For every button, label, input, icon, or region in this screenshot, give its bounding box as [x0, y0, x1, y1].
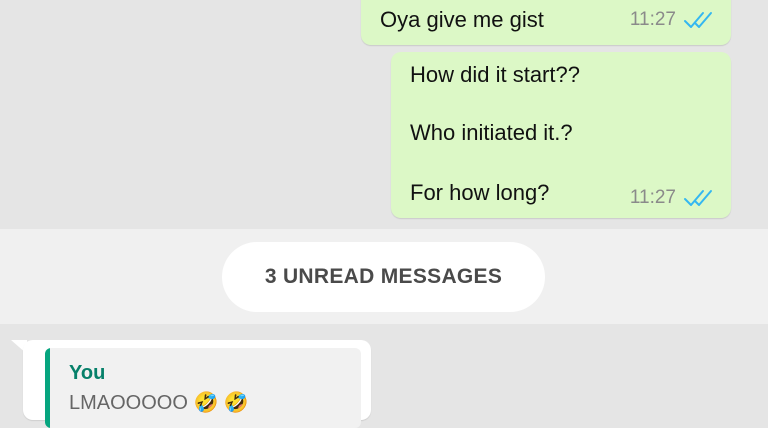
- quoted-text: LMAOOOOO 🤣 🤣: [69, 392, 249, 414]
- message-meta: 11:27: [630, 187, 717, 209]
- incoming-message[interactable]: You LMAOOOOO 🤣 🤣: [23, 340, 371, 428]
- message-meta: 11:27: [630, 9, 717, 31]
- quoted-message[interactable]: You LMAOOOOO 🤣 🤣: [45, 348, 361, 428]
- message-time: 11:27: [629, 9, 676, 30]
- message-time: 11:27: [629, 187, 676, 208]
- message-line-2: Who initiated it.?: [410, 120, 573, 145]
- quoted-author: You: [69, 362, 106, 384]
- outgoing-message-1[interactable]: Oya give me gist 11:27: [361, 0, 731, 45]
- quote-accent-bar: [45, 348, 50, 428]
- outgoing-message-2[interactable]: How did it start?? Who initiated it.? Fo…: [391, 52, 731, 218]
- unread-messages-label: 3 UNREAD MESSAGES: [264, 265, 503, 288]
- message-line-3: For how long?: [410, 180, 550, 205]
- double-check-icon: [684, 190, 712, 206]
- double-check-icon: [684, 12, 712, 28]
- message-line-1: How did it start??: [410, 62, 580, 87]
- unread-messages-banner: 3 UNREAD MESSAGES: [222, 242, 545, 312]
- message-text: Oya give me gist: [380, 7, 544, 32]
